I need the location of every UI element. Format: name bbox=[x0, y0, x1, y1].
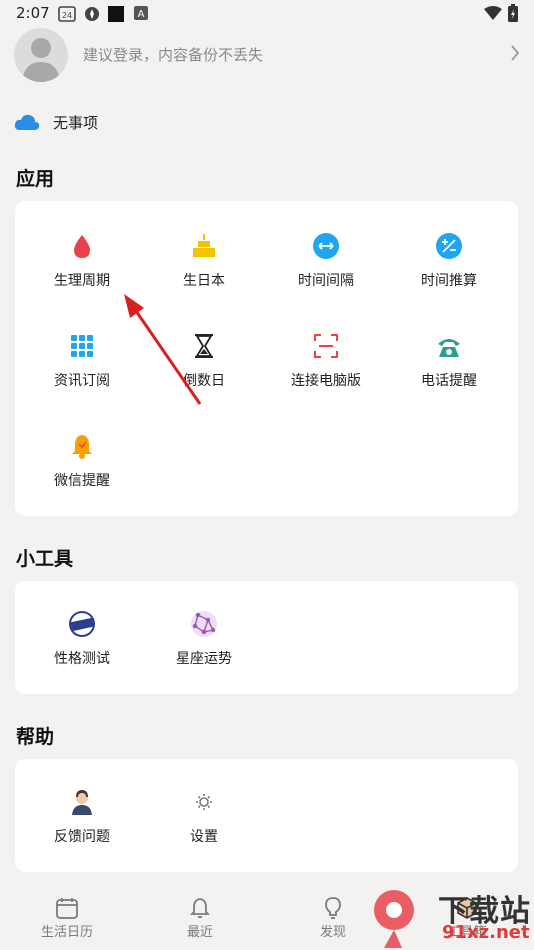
notif-letter: A bbox=[138, 9, 145, 20]
app-phone-reminder[interactable]: 电话提醒 bbox=[388, 332, 510, 404]
sync-label: 无事项 bbox=[53, 114, 99, 132]
nav-discover[interactable]: 发现 bbox=[283, 892, 383, 946]
help-label: 反馈问题 bbox=[54, 829, 110, 845]
double-arrow-icon bbox=[313, 233, 339, 259]
help-card: 反馈问题 设置 bbox=[15, 759, 518, 872]
apps-section-title: 应用 bbox=[16, 168, 55, 190]
constellation-icon bbox=[191, 611, 217, 637]
bell-icon bbox=[72, 435, 92, 459]
app-wechat-reminder[interactable]: 微信提醒 bbox=[21, 432, 143, 504]
nav-life-calendar[interactable]: 生活日历 bbox=[17, 892, 117, 946]
app-label: 连接电脑版 bbox=[291, 373, 361, 389]
calendar-notification-icon: 24 bbox=[58, 6, 76, 22]
app-label: 微信提醒 bbox=[54, 473, 110, 489]
app-menstrual-cycle[interactable]: 生理周期 bbox=[21, 232, 143, 304]
bottom-nav: 生活日历 最近 发现 工具箱 bbox=[0, 884, 534, 950]
status-bar: 2:07 24 A bbox=[0, 0, 534, 28]
help-label: 设置 bbox=[190, 829, 218, 845]
app-label: 生理周期 bbox=[54, 273, 110, 289]
battery-icon bbox=[508, 4, 518, 22]
font-notification-icon: A bbox=[134, 6, 148, 20]
hourglass-icon bbox=[195, 334, 213, 358]
tool-horoscope[interactable]: 星座运势 bbox=[143, 610, 265, 682]
help-section-title: 帮助 bbox=[16, 726, 55, 748]
app-connect-pc[interactable]: 连接电脑版 bbox=[265, 332, 387, 404]
profile-login-row[interactable]: 建议登录，内容备份不丢失 bbox=[14, 26, 520, 82]
app-birthday-book[interactable]: 生日本 bbox=[143, 232, 265, 304]
test-stamp-icon bbox=[69, 611, 95, 637]
help-settings[interactable]: 设置 bbox=[143, 788, 265, 860]
app-news-subscription[interactable]: 资讯订阅 bbox=[21, 332, 143, 404]
tools-card: 性格测试 星座运势 bbox=[15, 581, 518, 694]
app-label: 时间推算 bbox=[421, 273, 477, 289]
toolbox-icon bbox=[457, 897, 477, 919]
nav-label: 发现 bbox=[319, 925, 346, 940]
nav-label: 生活日历 bbox=[40, 925, 93, 940]
wifi-icon bbox=[484, 6, 502, 20]
calendar-badge-text: 24 bbox=[62, 11, 72, 20]
support-agent-icon bbox=[72, 790, 92, 815]
app-time-interval[interactable]: 时间间隔 bbox=[265, 232, 387, 304]
nav-recent[interactable]: 最近 bbox=[150, 892, 250, 946]
gear-icon bbox=[196, 794, 212, 810]
cloud-icon bbox=[14, 114, 40, 130]
birthday-cake-icon bbox=[193, 234, 215, 257]
grid-icon bbox=[71, 335, 93, 357]
app-label: 时间间隔 bbox=[298, 273, 354, 289]
sync-status-icon bbox=[85, 7, 99, 21]
app-label: 倒数日 bbox=[183, 373, 225, 389]
nav-toolbox[interactable]: 工具箱 bbox=[417, 892, 517, 946]
bell-outline-icon bbox=[189, 898, 211, 918]
calendar-icon bbox=[56, 898, 78, 919]
scan-frame-icon bbox=[314, 334, 338, 358]
chevron-right-icon bbox=[511, 45, 520, 61]
apps-card: 生理周期 生日本 时间间隔 时间推算 资讯订阅 倒数日 连接电脑版 电话提醒 微… bbox=[15, 201, 518, 516]
app-time-calc[interactable]: 时间推算 bbox=[388, 232, 510, 304]
tool-label: 性格测试 bbox=[54, 651, 110, 667]
app-countdown[interactable]: 倒数日 bbox=[143, 332, 265, 404]
app-label: 电话提醒 bbox=[421, 373, 477, 389]
status-time: 2:07 bbox=[16, 4, 50, 22]
tool-personality-test[interactable]: 性格测试 bbox=[21, 610, 143, 682]
tool-label: 星座运势 bbox=[176, 651, 232, 667]
lightbulb-icon bbox=[325, 897, 341, 919]
nav-label: 最近 bbox=[186, 925, 213, 940]
avatar[interactable] bbox=[14, 28, 68, 82]
default-avatar-icon bbox=[22, 38, 60, 82]
app-label: 资讯订阅 bbox=[54, 373, 110, 389]
telephone-icon bbox=[438, 339, 460, 357]
tools-section-title: 小工具 bbox=[16, 548, 74, 570]
plus-minus-icon bbox=[436, 233, 462, 259]
help-feedback[interactable]: 反馈问题 bbox=[21, 788, 143, 860]
black-square-icon bbox=[108, 6, 124, 22]
login-hint-text: 建议登录，内容备份不丢失 bbox=[83, 46, 264, 64]
app-label: 生日本 bbox=[183, 273, 225, 289]
blood-drop-icon bbox=[74, 235, 90, 258]
nav-label: 工具箱 bbox=[447, 925, 487, 940]
